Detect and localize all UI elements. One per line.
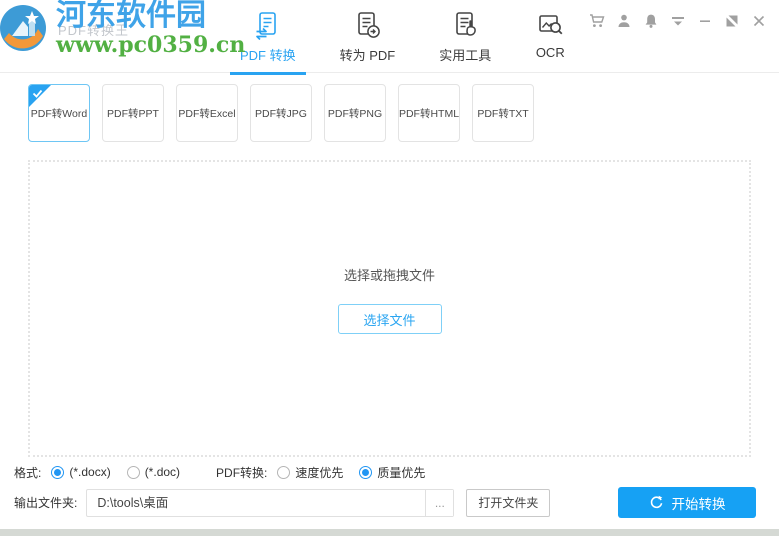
- titlebar: PDF转换王 河东软件园 www.pc0359.cn PDF 转换 转为 PDF 实…: [0, 0, 779, 75]
- card-pdf-to-jpg[interactable]: PDF转JPG: [250, 84, 312, 142]
- radio-doc[interactable]: (*.doc): [126, 465, 181, 479]
- output-row: 输出文件夹: D:\tools\桌面 ... 打开文件夹 开始转换: [14, 487, 756, 518]
- tab-to-pdf[interactable]: 转为 PDF: [338, 10, 398, 64]
- card-label: PDF转Excel: [178, 107, 236, 120]
- card-label: PDF转TXT: [477, 107, 529, 120]
- card-pdf-to-html[interactable]: PDF转HTML: [398, 84, 460, 142]
- conversion-type-cards: PDF转Word PDF转PPT PDF转Excel PDF转JPG PDF转PNG PD…: [28, 84, 534, 142]
- app-title: PDF转换王: [58, 23, 130, 38]
- tab-utilities[interactable]: 实用工具: [437, 10, 493, 64]
- radio-quality-priority[interactable]: 质量优先: [359, 464, 425, 481]
- radio-label: 质量优先: [377, 465, 426, 480]
- start-convert-label: 开始转换: [671, 496, 726, 512]
- start-convert-button[interactable]: 开始转换: [618, 487, 756, 518]
- window-controls: [588, 12, 767, 29]
- card-pdf-to-ppt[interactable]: PDF转PPT: [102, 84, 164, 142]
- file-dropzone[interactable]: 选择或拖拽文件 选择文件: [28, 160, 751, 457]
- card-label: PDF转Word: [30, 107, 88, 120]
- card-label: PDF转HTML: [398, 107, 460, 120]
- radio-dot: [126, 465, 140, 479]
- to-pdf-icon: [352, 10, 382, 40]
- utility-tools-icon: [450, 10, 480, 40]
- refresh-icon: [650, 495, 662, 509]
- card-pdf-to-word[interactable]: PDF转Word: [28, 84, 90, 142]
- card-pdf-to-png[interactable]: PDF转PNG: [324, 84, 386, 142]
- output-path-box: D:\tools\桌面 ...: [86, 488, 455, 517]
- tab-pdf-convert[interactable]: PDF 转换: [230, 10, 306, 75]
- tab-label: PDF 转换: [240, 48, 296, 63]
- tab-label: 转为 PDF: [339, 48, 396, 63]
- radio-dot: [359, 465, 373, 479]
- card-pdf-to-txt[interactable]: PDF转TXT: [472, 84, 534, 142]
- minimize-icon[interactable]: [696, 12, 713, 29]
- radio-dot: [277, 465, 291, 479]
- output-path-field[interactable]: D:\tools\桌面: [87, 490, 425, 516]
- main-tabs: PDF 转换 转为 PDF 实用工具 OCR: [230, 10, 567, 75]
- maximize-icon[interactable]: [723, 12, 740, 29]
- tab-label: OCR: [535, 45, 565, 60]
- card-label: PDF转JPG: [255, 107, 307, 120]
- bell-icon[interactable]: [642, 12, 659, 29]
- desktop-edge: [0, 529, 779, 536]
- radio-label: (*.docx): [69, 465, 111, 479]
- user-icon[interactable]: [615, 12, 632, 29]
- output-folder-label: 输出文件夹:: [14, 496, 78, 510]
- radio-label: (*.doc): [144, 465, 181, 479]
- tab-label: 实用工具: [439, 48, 492, 63]
- app-window: PDF转换王 河东软件园 www.pc0359.cn PDF 转换 转为 PDF 实…: [0, 0, 779, 536]
- dropzone-hint: 选择或拖拽文件: [343, 268, 435, 283]
- browse-button[interactable]: ...: [425, 489, 454, 516]
- choose-file-button[interactable]: 选择文件: [337, 304, 442, 334]
- format-label: 格式:: [14, 465, 42, 480]
- radio-docx[interactable]: (*.docx): [51, 465, 111, 479]
- options-row: 格式: (*.docx) (*.doc) PDF转换: 速度优先 质量优先: [14, 463, 461, 481]
- convert-mode-label: PDF转换:: [216, 465, 268, 480]
- app-logo: [0, 5, 46, 51]
- format-radio-group: (*.docx) (*.doc): [51, 465, 180, 479]
- convert-radio-group: 速度优先 质量优先: [277, 464, 425, 481]
- close-icon[interactable]: [750, 12, 767, 29]
- tab-ocr[interactable]: OCR: [533, 10, 567, 64]
- card-label: PDF转PNG: [327, 107, 383, 120]
- card-pdf-to-excel[interactable]: PDF转Excel: [176, 84, 238, 142]
- menu-icon[interactable]: [669, 12, 686, 29]
- ocr-icon: [535, 10, 565, 40]
- cart-icon[interactable]: [588, 12, 605, 29]
- radio-speed-priority[interactable]: 速度优先: [277, 464, 343, 481]
- open-folder-button[interactable]: 打开文件夹: [466, 488, 551, 517]
- radio-dot: [51, 465, 65, 479]
- card-label: PDF转PPT: [107, 107, 159, 120]
- radio-label: 速度优先: [295, 465, 344, 480]
- pdf-convert-icon: [253, 10, 283, 41]
